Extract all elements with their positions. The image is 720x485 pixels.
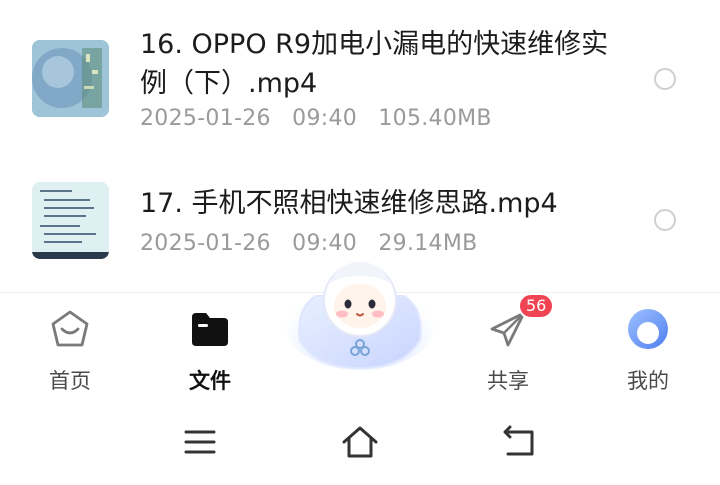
tab-files[interactable]: 文件 [160,301,260,393]
tab-home[interactable]: 首页 [20,301,120,393]
select-radio[interactable] [654,68,676,90]
video-thumbnail [32,182,109,259]
back-icon[interactable] [500,422,540,462]
mascot-icon [286,262,434,370]
file-date: 2025-01-26 [140,106,271,131]
avatar-icon [628,309,668,349]
system-nav-bar [0,400,720,485]
file-time: 09:40 [292,106,358,131]
menu-icon[interactable] [180,422,220,462]
tab-home-label: 首页 [49,369,91,393]
share-count-badge: 56 [518,293,555,319]
video-thumbnail [32,40,109,117]
list-item[interactable]: 16. OPPO R9加电小漏电的快速维修实例（下）.mp4 2025-01-2… [0,0,720,160]
select-radio[interactable] [654,209,676,231]
tab-files-label: 文件 [189,369,231,393]
home-icon [51,310,89,347]
mascot-assistant-button[interactable] [286,248,434,372]
folder-icon [192,313,228,346]
file-date: 2025-01-26 [140,231,271,256]
tab-mine[interactable]: 我的 [598,301,698,393]
tab-share[interactable]: 56 共享 [458,293,558,393]
file-size: 105.40MB [378,106,492,131]
home-outline-icon[interactable] [340,422,380,462]
file-title: 17. 手机不照相快速维修思路.mp4 [140,188,558,219]
file-title: 16. OPPO R9加电小漏电的快速维修实例（下）.mp4 [140,29,609,99]
file-meta: 2025-01-26 09:40 105.40MB [140,106,506,131]
tab-mine-label: 我的 [627,369,669,393]
tab-share-label: 共享 [487,369,529,393]
